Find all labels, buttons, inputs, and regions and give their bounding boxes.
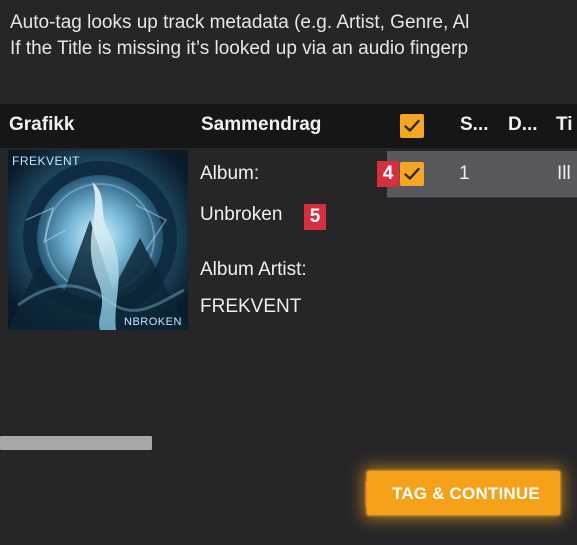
horizontal-scrollbar[interactable] xyxy=(0,436,152,450)
column-header-summary[interactable]: Sammendrag xyxy=(201,114,321,136)
callout-badge-5: 5 xyxy=(304,204,326,230)
album-art-title-text: NBROKEN xyxy=(124,316,182,328)
track-number: 1 xyxy=(459,163,470,184)
album-artist-label: Album Artist: xyxy=(200,259,307,280)
album-label: Album: xyxy=(200,163,260,184)
album-summary: Album: Unbroken Album Artist: FREKVENT xyxy=(200,150,380,350)
auto-tag-dialog: Auto-tag looks up track metadata (e.g. A… xyxy=(0,0,577,545)
table-header-row: Grafikk Sammendrag S... D... Ti xyxy=(0,104,577,148)
select-all-checkbox[interactable] xyxy=(400,114,424,138)
intro-text: Auto-tag looks up track metadata (e.g. A… xyxy=(10,10,577,62)
tag-and-continue-button[interactable]: TAG & CONTINUE xyxy=(367,471,560,515)
table-row[interactable]: 1 Ill xyxy=(387,151,577,197)
album-art-artist-text: FREKVENT xyxy=(12,154,81,168)
album-artist-value: FREKVENT xyxy=(200,296,302,317)
column-header-artwork[interactable]: Grafikk xyxy=(9,114,74,136)
column-header-title[interactable]: Ti xyxy=(556,114,573,136)
callout-badge-4: 4 xyxy=(377,161,399,187)
track-title: Ill xyxy=(557,163,571,184)
row-divider xyxy=(387,197,577,198)
tag-and-continue-label: TAG & CONTINUE xyxy=(392,484,540,503)
column-header-s[interactable]: S... xyxy=(460,114,489,136)
album-art-image: FREKVENT NBROKEN xyxy=(8,150,188,330)
album-value: Unbroken xyxy=(200,204,283,225)
album-art-graphic xyxy=(8,150,188,330)
column-header-d[interactable]: D... xyxy=(508,114,538,136)
track-select-checkbox[interactable] xyxy=(400,162,424,186)
intro-line-2: If the Title is missing it’s looked up v… xyxy=(10,38,469,59)
intro-line-1: Auto-tag looks up track metadata (e.g. A… xyxy=(10,12,470,33)
check-icon xyxy=(404,119,420,132)
check-icon xyxy=(404,167,420,180)
